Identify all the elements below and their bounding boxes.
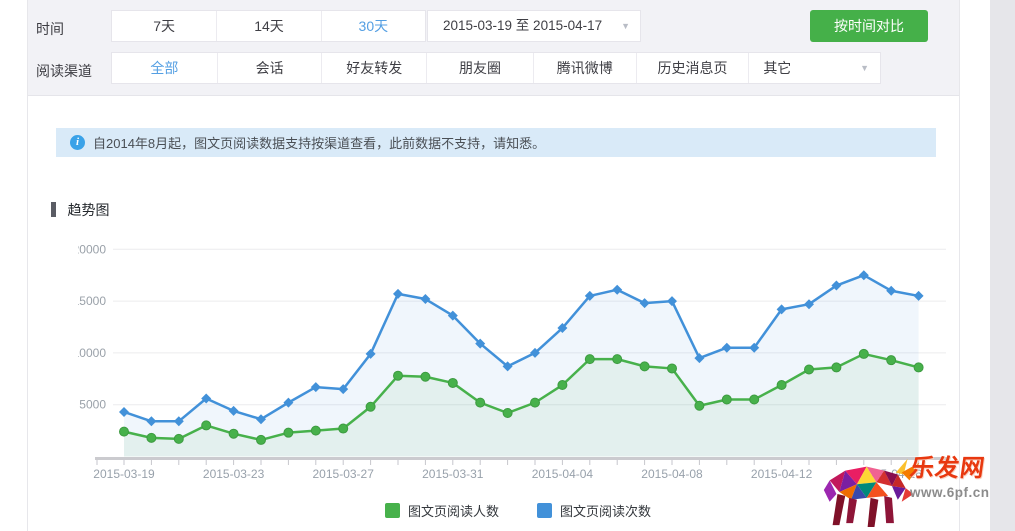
data-point-circle[interactable] bbox=[503, 408, 512, 417]
time-range-option-0[interactable]: 7天 bbox=[112, 11, 216, 41]
compare-by-time-button[interactable]: 按时间对比 bbox=[810, 10, 928, 42]
data-point-circle[interactable] bbox=[120, 427, 129, 436]
data-point-circle[interactable] bbox=[202, 421, 211, 430]
x-axis-tick-label: 2015-04-04 bbox=[532, 467, 594, 481]
read-channel-option-3[interactable]: 朋友圈 bbox=[426, 53, 533, 83]
data-point-circle[interactable] bbox=[613, 355, 622, 364]
chevron-down-icon: ▼ bbox=[860, 53, 869, 83]
info-icon: i bbox=[70, 135, 85, 150]
y-axis-tick-label: 10000 bbox=[78, 346, 106, 360]
data-point-circle[interactable] bbox=[476, 398, 485, 407]
data-point-circle[interactable] bbox=[914, 363, 923, 372]
date-range-picker[interactable]: 2015-03-19 至 2015-04-17 ▼ bbox=[427, 10, 641, 42]
data-point-circle[interactable] bbox=[257, 435, 266, 444]
data-point-circle[interactable] bbox=[421, 372, 430, 381]
read-channel-option-2[interactable]: 好友转发 bbox=[321, 53, 426, 83]
data-point-circle[interactable] bbox=[722, 395, 731, 404]
time-range-selector: 7天14天30天 bbox=[111, 10, 426, 42]
read-channel-option-4[interactable]: 腾讯微博 bbox=[533, 53, 636, 83]
read-channel-option-0[interactable]: 全部 bbox=[112, 53, 217, 83]
legend-swatch bbox=[385, 503, 400, 518]
filter-panel: 时间 7天14天30天 2015-03-19 至 2015-04-17 ▼ 按时… bbox=[28, 0, 959, 96]
data-point-circle[interactable] bbox=[284, 428, 293, 437]
y-axis-tick-label: 20000 bbox=[78, 242, 106, 256]
data-point-circle[interactable] bbox=[887, 356, 896, 365]
data-point-circle[interactable] bbox=[668, 364, 677, 373]
data-point-circle[interactable] bbox=[859, 349, 868, 358]
read-channel-selector: 全部会话好友转发朋友圈腾讯微博历史消息页其它▼ bbox=[111, 52, 881, 84]
watermark-site-name: 乐发网 bbox=[908, 456, 994, 482]
data-point-circle[interactable] bbox=[311, 426, 320, 435]
data-point-circle[interactable] bbox=[695, 401, 704, 410]
data-point-circle[interactable] bbox=[394, 371, 403, 380]
read-channel-option-5[interactable]: 历史消息页 bbox=[636, 53, 749, 83]
read-channel-option-1[interactable]: 会话 bbox=[217, 53, 322, 83]
section-title: 趋势图 bbox=[67, 202, 109, 218]
data-point-circle[interactable] bbox=[448, 378, 457, 387]
legend-item-1[interactable]: 图文页阅读次数 bbox=[537, 501, 651, 520]
section-marker bbox=[51, 202, 56, 217]
x-axis-tick-label: 2015-03-31 bbox=[422, 467, 484, 481]
notice-banner: i 自2014年8月起，图文页阅读数据支持按渠道查看，此前数据不支持，请知悉。 bbox=[56, 128, 936, 157]
data-point-circle[interactable] bbox=[805, 365, 814, 374]
data-point-circle[interactable] bbox=[366, 402, 375, 411]
x-axis-tick-label: 2015-03-27 bbox=[313, 467, 375, 481]
data-point-circle[interactable] bbox=[585, 355, 594, 364]
x-axis-tick-label: 2015-04-08 bbox=[641, 467, 703, 481]
data-point-circle[interactable] bbox=[750, 395, 759, 404]
x-axis-tick-label: 2015-03-19 bbox=[93, 467, 155, 481]
watermark: 乐发网 www.6pf.cn bbox=[820, 453, 992, 531]
time-filter-label: 时间 bbox=[36, 19, 64, 39]
channel-filter-label: 阅读渠道 bbox=[36, 61, 92, 81]
time-range-option-1[interactable]: 14天 bbox=[216, 11, 320, 41]
legend-swatch bbox=[537, 503, 552, 518]
content-card: 时间 7天14天30天 2015-03-19 至 2015-04-17 ▼ 按时… bbox=[27, 0, 960, 531]
data-point-circle[interactable] bbox=[640, 362, 649, 371]
data-point-circle[interactable] bbox=[339, 424, 348, 433]
legend-label: 图文页阅读次数 bbox=[560, 501, 651, 520]
time-range-option-2[interactable]: 30天 bbox=[321, 11, 425, 41]
data-point-circle[interactable] bbox=[777, 381, 786, 390]
legend-label: 图文页阅读人数 bbox=[408, 501, 499, 520]
x-axis-tick-label: 2015-03-23 bbox=[203, 467, 265, 481]
watermark-site-url[interactable]: www.6pf.cn bbox=[910, 485, 992, 500]
section-header: 趋势图 bbox=[51, 200, 109, 216]
page-background-strip bbox=[990, 0, 1015, 531]
data-point-circle[interactable] bbox=[174, 434, 183, 443]
legend-item-0[interactable]: 图文页阅读人数 bbox=[385, 501, 499, 520]
y-axis-tick-label: 15000 bbox=[78, 294, 106, 308]
chevron-down-icon: ▼ bbox=[621, 11, 630, 41]
watermark-text: 乐发网 www.6pf.cn bbox=[910, 456, 992, 500]
data-point-circle[interactable] bbox=[558, 381, 567, 390]
data-point-circle[interactable] bbox=[229, 429, 238, 438]
notice-text: 自2014年8月起，图文页阅读数据支持按渠道查看，此前数据不支持，请知悉。 bbox=[93, 133, 545, 152]
data-point-circle[interactable] bbox=[147, 433, 156, 442]
data-point-circle[interactable] bbox=[531, 398, 540, 407]
read-channel-option-6[interactable]: 其它▼ bbox=[748, 53, 880, 83]
x-axis-tick-label: 2015-04-12 bbox=[751, 467, 813, 481]
date-range-value: 2015-03-19 至 2015-04-17 bbox=[443, 18, 602, 33]
y-axis-tick-label: 5000 bbox=[79, 398, 106, 412]
data-point-circle[interactable] bbox=[832, 363, 841, 372]
